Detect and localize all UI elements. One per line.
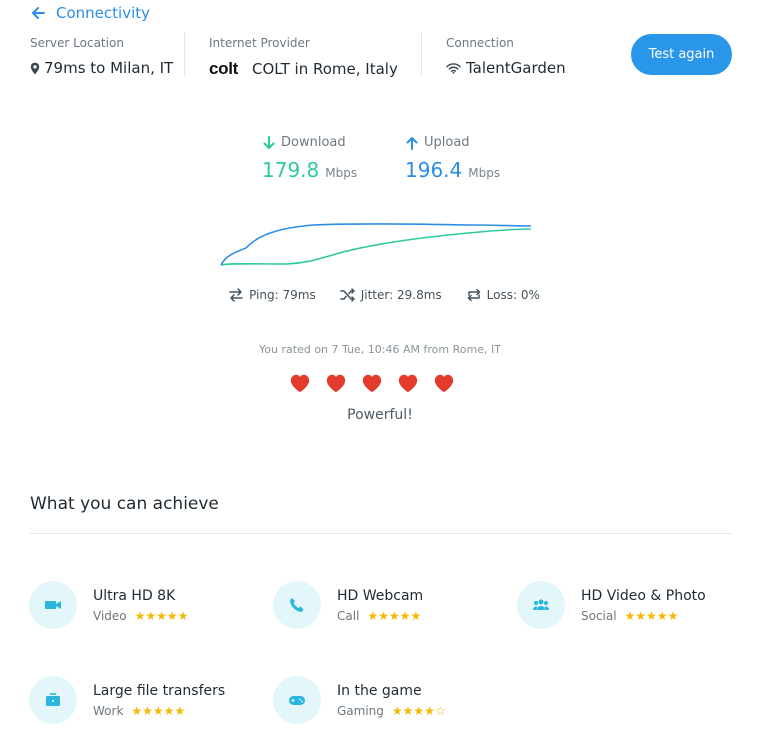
- heart-icon[interactable]: [397, 372, 419, 394]
- internet-provider-value: COLT in Rome, Italy: [252, 60, 398, 78]
- achieve-category: Call: [337, 608, 360, 623]
- stats-row: Ping: 79 ms Jitter: 29.8 ms Loss: 0%: [0, 288, 768, 302]
- star-rating: ★★★★★: [624, 608, 679, 623]
- connection: Connection TalentGarden: [446, 36, 566, 77]
- star-rating: ★★★★★: [367, 608, 422, 623]
- upload-label: Upload: [424, 135, 470, 150]
- server-location: Server Location 79ms to Milan, IT: [30, 36, 173, 77]
- ping-label: Ping:: [249, 288, 279, 302]
- download-unit: Mbps: [325, 166, 358, 180]
- test-again-button[interactable]: Test again: [631, 34, 732, 75]
- connection-label: Connection: [446, 36, 514, 50]
- briefcase-icon: [46, 693, 60, 706]
- achieve-category: Video: [93, 608, 127, 623]
- connection-value: TalentGarden: [466, 59, 566, 77]
- shuffle-icon: [339, 288, 355, 302]
- section-title: What you can achieve: [30, 494, 219, 514]
- arrow-up-icon: [406, 136, 418, 150]
- jitter-value: 29.8: [396, 288, 424, 302]
- speed-graph: [220, 223, 532, 266]
- users-icon: [533, 599, 549, 610]
- ping-stat: Ping: 79 ms: [228, 288, 316, 302]
- heart-rating[interactable]: [289, 372, 469, 394]
- repeat-icon: [467, 288, 480, 302]
- gamepad-icon: [289, 696, 305, 705]
- rated-text: You rated on 7 Tue, 10:46 AM from Rome, …: [259, 343, 501, 356]
- achieve-item-hd-webcam: HD Webcam Call ★★★★★: [273, 581, 423, 629]
- achieve-title: Large file transfers: [93, 682, 226, 699]
- star-rating: ★★★★★: [134, 608, 189, 623]
- achieve-category: Work: [93, 703, 124, 718]
- back-link[interactable]: Connectivity: [30, 4, 150, 22]
- loss-stat: Loss: 0%: [466, 288, 540, 302]
- achieve-title: HD Webcam: [337, 587, 424, 604]
- achieve-title: Ultra HD 8K: [93, 587, 176, 604]
- ping-value: 79: [282, 288, 298, 302]
- download-value: 179.8: [262, 158, 320, 182]
- divider: [184, 32, 185, 76]
- star-rating: ★★★★★: [131, 703, 186, 718]
- download-speed: Download 179.8 Mbps: [262, 135, 357, 182]
- heart-icon[interactable]: [433, 372, 455, 394]
- upload-speed: Upload 196.4 Mbps: [405, 135, 500, 182]
- video-camera-icon: [45, 601, 61, 609]
- jitter-stat: Jitter: 29.8 ms: [339, 288, 442, 302]
- ping-unit: ms: [297, 288, 316, 302]
- phone-icon: [290, 598, 304, 612]
- achieve-title: HD Video & Photo: [581, 587, 706, 604]
- achieve-item-hd-video-photo: HD Video & Photo Social ★★★★★: [517, 581, 706, 629]
- internet-provider: Internet Provider colt COLT in Rome, Ita…: [209, 36, 398, 79]
- loss-label: Loss:: [486, 288, 518, 302]
- star-rating: ★★★★☆: [391, 703, 446, 718]
- wifi-icon: [446, 63, 461, 74]
- download-label: Download: [281, 135, 346, 150]
- server-location-label: Server Location: [30, 36, 124, 50]
- upload-unit: Mbps: [468, 166, 501, 180]
- jitter-unit: ms: [423, 288, 442, 302]
- achieve-category: Social: [581, 608, 617, 623]
- achieve-item-large-file-transfers: Large file transfers Work ★★★★★: [29, 676, 225, 724]
- arrow-down-icon: [263, 135, 275, 149]
- achieve-title: In the game: [337, 682, 422, 699]
- achieve-item-ultra-hd: Ultra HD 8K Video ★★★★★: [29, 581, 188, 629]
- achieve-category: Gaming: [337, 703, 384, 718]
- achieve-item-in-the-game: In the game Gaming ★★★★☆: [273, 676, 446, 724]
- heart-icon[interactable]: [325, 372, 347, 394]
- heart-icon[interactable]: [289, 372, 311, 394]
- arrow-left-icon: [32, 7, 45, 19]
- loss-value: 0: [520, 288, 529, 302]
- upload-value: 196.4: [405, 158, 463, 182]
- map-pin-icon: [30, 62, 40, 74]
- internet-provider-label: Internet Provider: [209, 36, 310, 50]
- rating-verdict: Powerful!: [347, 407, 413, 423]
- server-location-value: 79ms to Milan, IT: [44, 59, 174, 77]
- colt-logo: colt: [209, 59, 239, 78]
- divider: [30, 533, 732, 534]
- heart-icon[interactable]: [361, 372, 383, 394]
- swap-arrows-icon: [229, 288, 243, 302]
- loss-unit: %: [528, 288, 540, 302]
- back-label: Connectivity: [56, 4, 150, 22]
- divider: [421, 32, 422, 76]
- jitter-label: Jitter:: [360, 288, 394, 302]
